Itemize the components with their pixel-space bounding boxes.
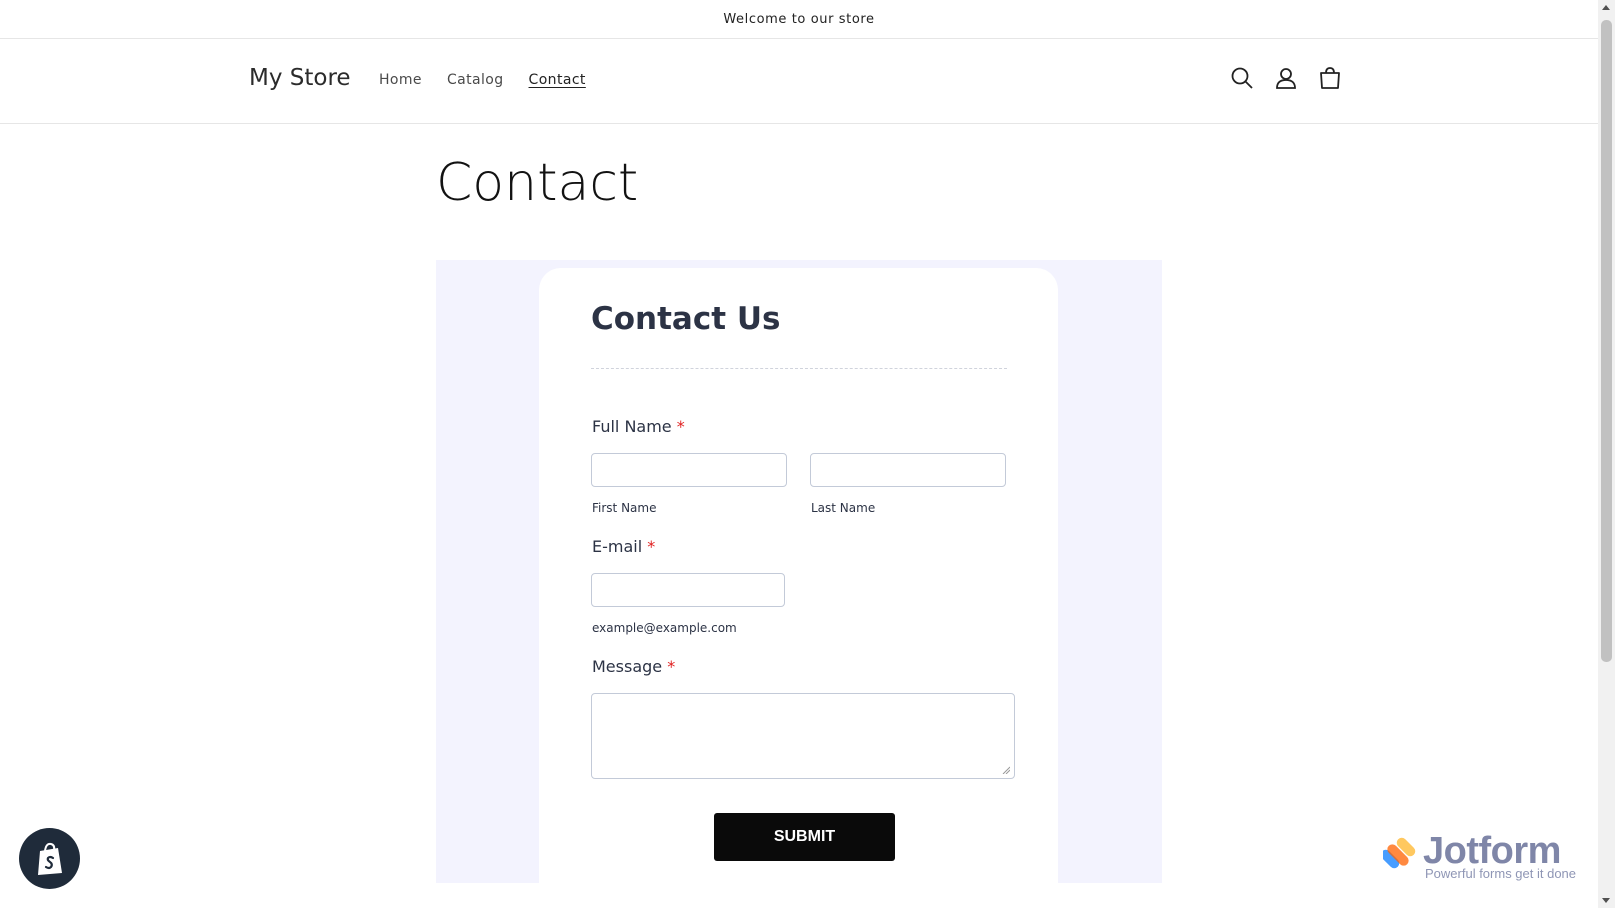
page-title: Contact: [436, 153, 639, 213]
last-name-sublabel: Last Name: [811, 501, 876, 515]
message-textarea[interactable]: [591, 693, 1015, 779]
full-name-label-text: Full Name: [592, 417, 672, 436]
vertical-scrollbar[interactable]: [1598, 0, 1615, 908]
main-nav: Home Catalog Contact: [379, 72, 586, 88]
jotform-badge[interactable]: Jotform Powerful forms get it done: [1383, 830, 1583, 881]
resize-handle-icon[interactable]: [1002, 766, 1010, 774]
header-icons: [1229, 65, 1343, 91]
form-divider: [591, 368, 1007, 369]
account-icon[interactable]: [1273, 65, 1299, 91]
store-logo[interactable]: My Store: [249, 65, 351, 91]
required-mark: *: [647, 537, 656, 556]
email-input[interactable]: [591, 573, 785, 607]
first-name-sublabel: First Name: [592, 501, 657, 515]
email-label-text: E-mail: [592, 537, 643, 556]
message-label: Message *: [592, 657, 675, 676]
contact-form: Contact Us Full Name * First Name Last N…: [539, 268, 1058, 883]
scroll-thumb[interactable]: [1601, 20, 1612, 662]
nav-catalog[interactable]: Catalog: [447, 72, 504, 88]
submit-button[interactable]: SUBMIT: [714, 813, 895, 861]
last-name-input[interactable]: [810, 453, 1006, 487]
email-sublabel: example@example.com: [592, 621, 737, 635]
nav-home[interactable]: Home: [379, 72, 422, 88]
scroll-up-arrow-icon[interactable]: [1602, 5, 1610, 10]
message-label-text: Message: [592, 657, 663, 676]
full-name-label: Full Name *: [592, 417, 685, 436]
site-header: My Store Home Catalog Contact: [0, 39, 1598, 124]
cart-icon[interactable]: [1317, 65, 1343, 91]
jotform-tagline: Powerful forms get it done: [1425, 866, 1577, 881]
shopify-badge[interactable]: [19, 828, 80, 889]
scroll-down-arrow-icon[interactable]: [1602, 898, 1610, 903]
required-mark: *: [676, 417, 685, 436]
required-mark: *: [667, 657, 676, 676]
nav-contact[interactable]: Contact: [529, 72, 586, 88]
first-name-input[interactable]: [591, 453, 787, 487]
jotform-logo-icon: [1383, 837, 1416, 869]
search-icon[interactable]: [1229, 65, 1255, 91]
announcement-text: Welcome to our store: [723, 11, 875, 27]
shopify-icon: [37, 842, 62, 875]
announcement-bar: Welcome to our store: [0, 0, 1598, 39]
form-heading: Contact Us: [591, 301, 781, 337]
email-label: E-mail *: [592, 537, 655, 556]
jotform-embed: Contact Us Full Name * First Name Last N…: [436, 260, 1162, 883]
